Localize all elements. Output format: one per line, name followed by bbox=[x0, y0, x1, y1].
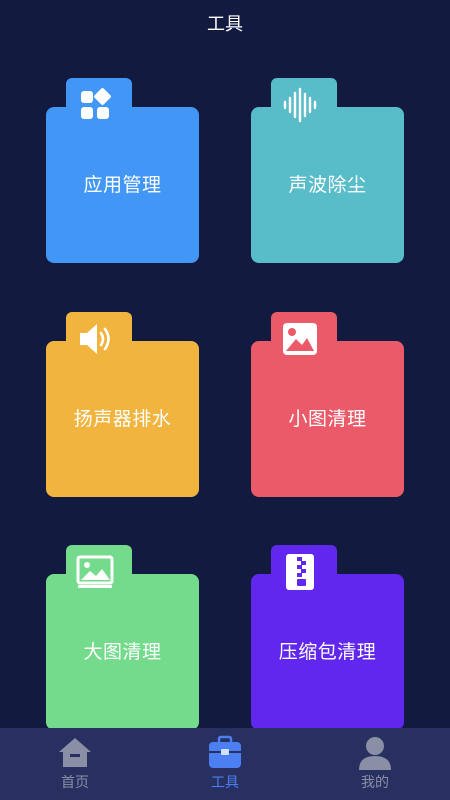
tool-card-app-management[interactable]: 应用管理 bbox=[46, 78, 199, 263]
home-icon bbox=[59, 738, 91, 767]
tab-label: 首页 bbox=[61, 775, 89, 791]
tab-label: 我的 bbox=[361, 775, 389, 791]
user-icon bbox=[359, 737, 391, 770]
tool-card-sound-dust[interactable]: 声波除尘 bbox=[251, 78, 404, 263]
tool-label: 扬声器排水 bbox=[73, 408, 172, 430]
toolbox-icon bbox=[209, 735, 241, 768]
tool-card-zip-clean[interactable]: 压缩包清理 bbox=[251, 545, 404, 730]
tool-card-large-image-clean[interactable]: 大图清理 bbox=[46, 545, 199, 730]
tool-card-speaker-drain[interactable]: 扬声器排水 bbox=[46, 312, 199, 497]
tab-tools[interactable]: 工具 bbox=[150, 728, 300, 800]
tool-label: 声波除尘 bbox=[288, 174, 367, 196]
tab-mine[interactable]: 我的 bbox=[300, 728, 450, 800]
tab-home[interactable]: 首页 bbox=[0, 728, 150, 800]
bottom-tab-bar: 首页 工具 我的 bbox=[0, 728, 450, 800]
tools-grid: 应用管理 声波除尘 扬声器排水 小图清理 大图清理 压缩包清理 bbox=[46, 78, 404, 730]
tool-card-small-image-clean[interactable]: 小图清理 bbox=[251, 312, 404, 497]
tool-label: 应用管理 bbox=[83, 174, 162, 196]
tab-label: 工具 bbox=[211, 775, 239, 791]
page-title: 工具 bbox=[207, 14, 243, 35]
tool-label: 压缩包清理 bbox=[278, 641, 377, 663]
tool-label: 大图清理 bbox=[83, 641, 162, 663]
tool-label: 小图清理 bbox=[288, 408, 367, 430]
